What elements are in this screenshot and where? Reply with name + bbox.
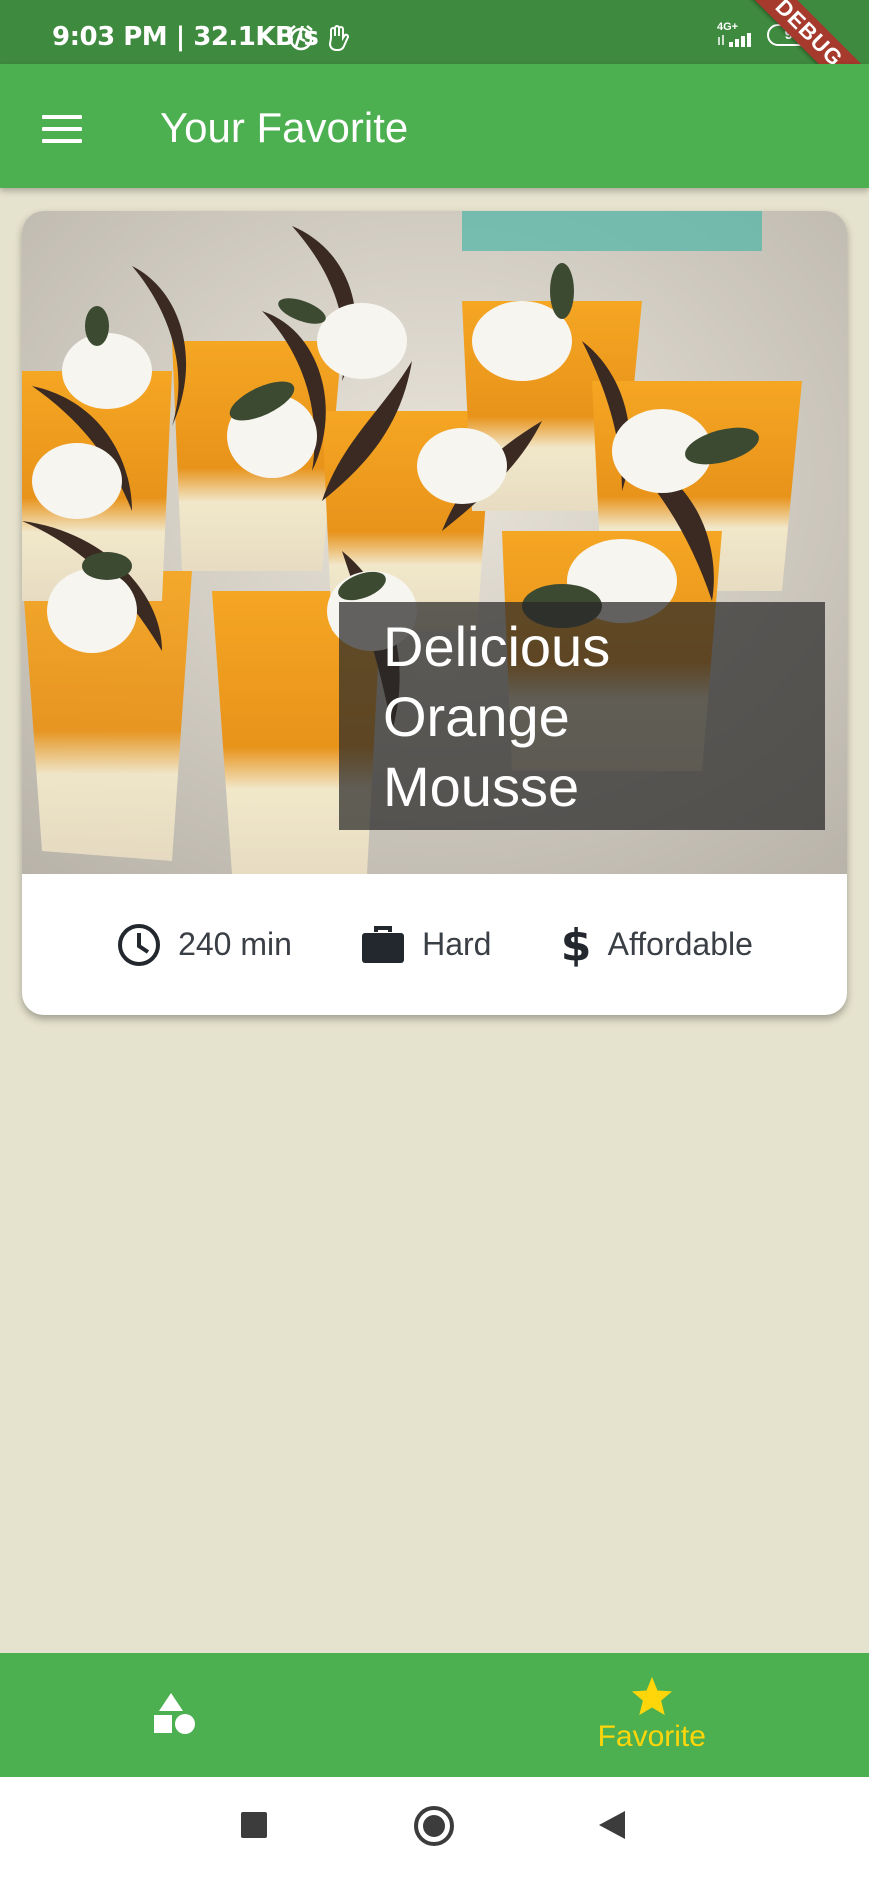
meal-info-row: 240 min Hard $ Affordable [22, 874, 847, 1015]
app-bar: Your Favorite [0, 64, 869, 188]
recents-icon[interactable] [240, 1811, 268, 1839]
hand-icon [328, 25, 349, 51]
status-bar: 9:03 PM | 32.1KB/s 4G+ 99 DEBUG [0, 0, 869, 115]
tab-favorite-label: Favorite [597, 1720, 706, 1753]
alarm-icon [289, 25, 313, 51]
favorite-tab-content: Favorite [435, 1675, 869, 1754]
status-time: 9:03 PM | 32.1KB/s [52, 22, 319, 52]
complexity-label: Hard [422, 926, 492, 962]
affordability-info: $ Affordable [560, 922, 753, 968]
back-icon[interactable] [597, 1809, 627, 1841]
meal-title-line-3: Mousse [383, 755, 580, 818]
meal-title: Delicious Orange Mousse [383, 612, 805, 822]
status-icons [287, 24, 351, 52]
clock-icon [118, 923, 161, 966]
meal-card[interactable]: Delicious Orange Mousse 240 min Hard $ A… [22, 211, 847, 1015]
page-title: Your Favorite [160, 104, 409, 151]
menu-icon[interactable] [30, 104, 94, 154]
tab-categories[interactable] [0, 1653, 435, 1777]
dollar-icon: $ [560, 922, 591, 968]
home-icon[interactable] [413, 1805, 455, 1847]
briefcase-icon [362, 925, 405, 963]
complexity-info: Hard [360, 922, 491, 968]
category-icon [154, 1693, 195, 1734]
bottom-navigation: Favorite [0, 1653, 869, 1777]
svg-text:$: $ [560, 922, 591, 968]
affordability-label: Affordable [607, 926, 753, 962]
duration-label: 240 min [178, 926, 292, 962]
system-navigation-bar [0, 1777, 869, 1883]
meal-title-line-2: Orange [383, 685, 570, 748]
meal-title-line-1: Delicious [383, 615, 611, 678]
meal-title-box: Delicious Orange Mousse [339, 602, 825, 830]
tab-favorite[interactable]: Favorite [435, 1653, 869, 1777]
duration-info: 240 min [116, 922, 292, 968]
star-icon [631, 1676, 672, 1716]
